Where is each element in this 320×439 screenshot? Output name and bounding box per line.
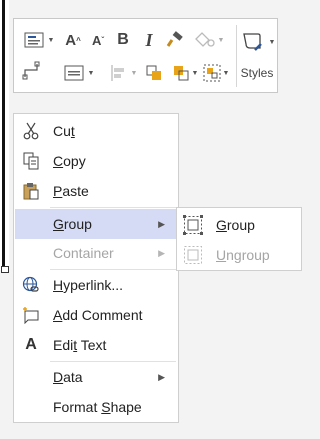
menu-item-label: Edit Text bbox=[53, 337, 107, 353]
submenu-item-ungroup[interactable]: Ungroup bbox=[178, 241, 300, 269]
align-text-icon bbox=[64, 65, 84, 81]
chevron-down-icon: ▼ bbox=[222, 69, 230, 77]
menu-item-group[interactable]: Group ▶ bbox=[15, 209, 177, 239]
shrink-font-icon: A bbox=[91, 32, 102, 48]
menu-item-container[interactable]: Container ▶ bbox=[15, 239, 177, 267]
menu-item-label: Hyperlink... bbox=[53, 277, 124, 293]
position-button[interactable]: ▼ bbox=[104, 62, 142, 84]
chevron-down-icon: ▼ bbox=[268, 38, 276, 46]
hyperlink-icon bbox=[21, 275, 41, 295]
menu-item-label: Cut bbox=[53, 123, 75, 139]
bold-button[interactable]: B bbox=[112, 29, 134, 51]
menu-item-add-comment[interactable]: Add Comment bbox=[15, 301, 177, 329]
group-submenu: Group Ungroup bbox=[176, 207, 302, 271]
menu-separator bbox=[50, 207, 176, 208]
connector-icon bbox=[22, 61, 40, 80]
menu-separator bbox=[50, 269, 176, 270]
arrange-front-button[interactable]: ▼ bbox=[169, 62, 201, 84]
menu-item-label: Format Shape bbox=[53, 399, 142, 415]
ungroup-icon bbox=[183, 245, 203, 265]
group-icon bbox=[183, 215, 203, 235]
scissors-icon bbox=[21, 121, 41, 141]
format-painter-button[interactable] bbox=[164, 29, 186, 51]
chevron-down-icon: ▼ bbox=[87, 69, 95, 77]
menu-item-copy[interactable]: Copy bbox=[15, 147, 177, 175]
menu-item-format-shape[interactable]: Format Shape bbox=[15, 393, 177, 421]
submenu-item-label: Ungroup bbox=[216, 247, 270, 263]
menu-item-data[interactable]: Data ▶ bbox=[15, 363, 177, 391]
menu-item-label: Group bbox=[53, 216, 92, 232]
bold-icon: B bbox=[117, 31, 129, 48]
menu-item-paste[interactable]: Paste bbox=[15, 177, 177, 205]
group-shape-icon bbox=[203, 64, 221, 82]
chevron-down-icon: ▼ bbox=[217, 36, 225, 44]
submenu-arrow-icon: ▶ bbox=[158, 247, 165, 258]
selection-line bbox=[2, 0, 5, 268]
shape-selection-edge bbox=[0, 0, 9, 273]
arrange-icon bbox=[146, 65, 161, 80]
text-box-button[interactable]: ▼ bbox=[19, 29, 59, 51]
submenu-arrow-icon: ▶ bbox=[158, 371, 165, 382]
position-icon bbox=[110, 65, 124, 81]
chevron-down-icon: ▼ bbox=[47, 36, 55, 44]
shape-fill-icon bbox=[194, 32, 215, 47]
menu-item-label: Copy bbox=[53, 153, 86, 169]
styles-icon bbox=[242, 33, 262, 51]
styles-button[interactable]: ▼ bbox=[240, 27, 276, 57]
text-box-icon bbox=[24, 32, 44, 48]
paste-icon bbox=[21, 181, 41, 201]
chevron-down-icon: ▼ bbox=[130, 69, 138, 77]
submenu-item-label: Group bbox=[216, 217, 255, 233]
styles-label: Styles bbox=[240, 66, 274, 80]
menu-item-hyperlink[interactable]: Hyperlink... bbox=[15, 271, 177, 299]
format-painter-icon bbox=[166, 31, 183, 47]
menu-item-edit-text[interactable]: A Edit Text bbox=[15, 331, 177, 359]
shape-fill-button[interactable]: ▼ bbox=[188, 29, 228, 51]
submenu-item-group[interactable]: Group bbox=[178, 211, 300, 239]
menu-item-label: Add Comment bbox=[53, 307, 143, 323]
submenu-arrow-icon: ▶ bbox=[158, 218, 165, 229]
align-text-button[interactable]: ▼ bbox=[60, 62, 98, 84]
chevron-down-icon: ▼ bbox=[191, 69, 199, 77]
context-menu: Cut Copy Paste Group ▶ Container ▶ Hyper… bbox=[13, 113, 179, 423]
connector-button[interactable] bbox=[21, 59, 43, 81]
arrange-button[interactable] bbox=[142, 62, 166, 84]
menu-separator bbox=[50, 361, 176, 362]
shrink-font-button[interactable]: Aˇ bbox=[87, 29, 109, 51]
grow-font-button[interactable]: A ^ bbox=[62, 29, 84, 51]
resize-handle[interactable] bbox=[1, 266, 9, 273]
add-comment-icon bbox=[21, 305, 41, 325]
mini-toolbar: ▼ A ^ Aˇ B I ▼ ▼ ▼ ▼ ▼ ▼ Styles bbox=[13, 18, 278, 93]
group-shape-button[interactable]: ▼ bbox=[200, 62, 232, 84]
menu-item-cut[interactable]: Cut bbox=[15, 117, 177, 145]
italic-icon: I bbox=[145, 29, 153, 50]
bring-forward-icon bbox=[173, 66, 189, 81]
copy-icon bbox=[21, 151, 41, 171]
edit-text-icon: A bbox=[25, 336, 37, 353]
italic-button[interactable]: I bbox=[138, 29, 160, 51]
menu-item-label: Paste bbox=[53, 183, 89, 199]
menu-item-label: Data bbox=[53, 369, 83, 385]
menu-item-label: Container bbox=[53, 245, 114, 261]
grow-font-icon: A bbox=[65, 31, 77, 49]
